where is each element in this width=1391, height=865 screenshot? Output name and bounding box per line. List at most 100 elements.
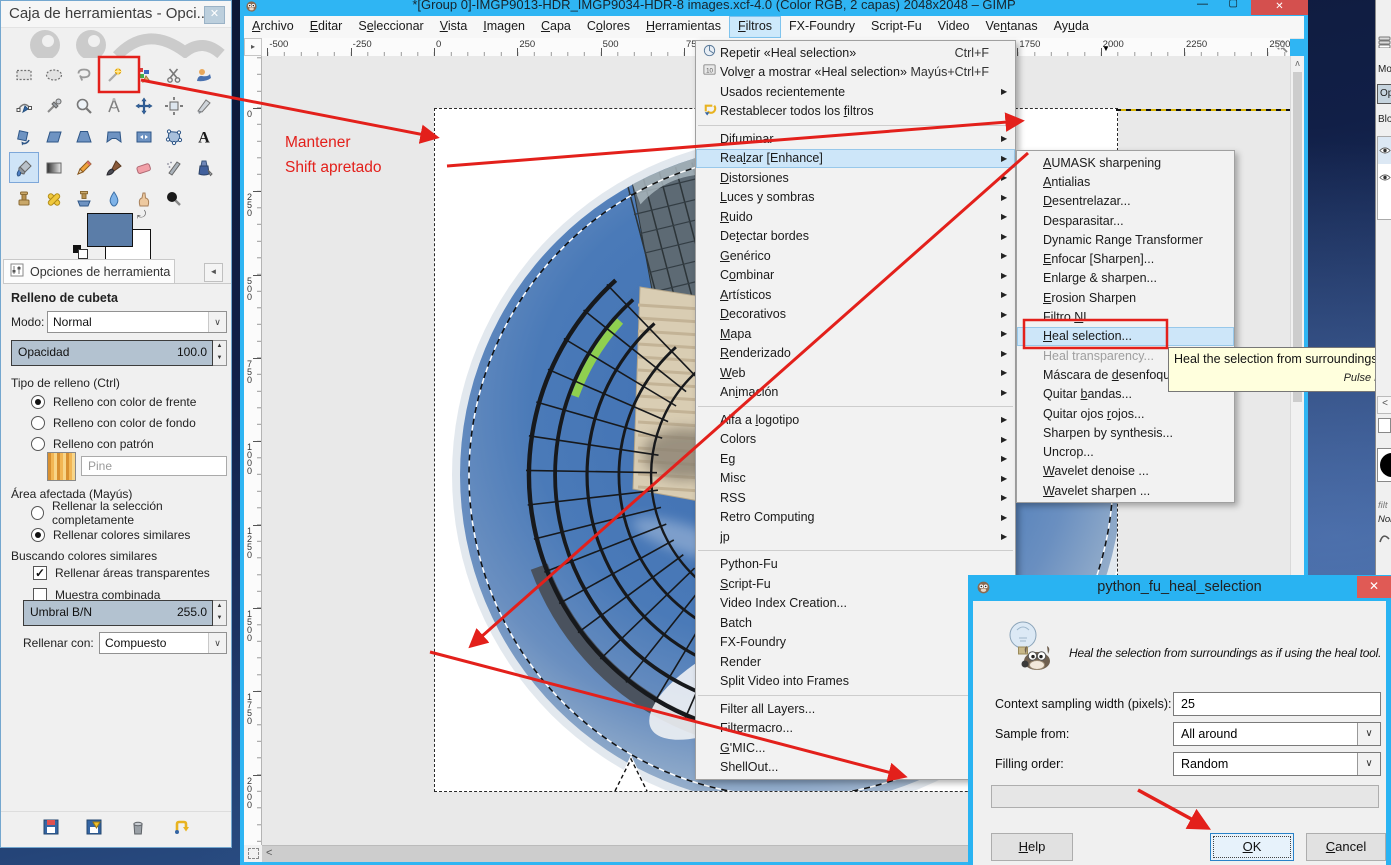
- close-icon[interactable]: ✕: [1251, 0, 1308, 15]
- menu-item-eg[interactable]: Eg▶: [696, 449, 1015, 469]
- menu-item-animaci-n[interactable]: Animación▶: [696, 383, 1015, 403]
- tool-airbrush-icon[interactable]: [159, 152, 189, 183]
- select-filling-order[interactable]: Random∨: [1173, 752, 1381, 776]
- radio-relleno-con-patr-n[interactable]: Relleno con patrón: [31, 436, 154, 452]
- tool-cage-transform-icon[interactable]: [159, 121, 189, 152]
- menu-item-sharpen-by-synthesis[interactable]: Sharpen by synthesis...: [1017, 423, 1234, 442]
- menu-item-luces-y-sombras[interactable]: Luces y sombras▶: [696, 188, 1015, 208]
- radio-rellenar-colores-similares[interactable]: Rellenar colores similares: [31, 527, 190, 543]
- menu-item-misc[interactable]: Misc▶: [696, 469, 1015, 489]
- menu-item-wavelet-denoise[interactable]: Wavelet denoise ...: [1017, 462, 1234, 481]
- dialog-titlebar[interactable]: python_fu_heal_selection ✕: [968, 575, 1391, 601]
- delete-options-icon[interactable]: [129, 818, 147, 841]
- tab-tool-options[interactable]: Opciones de herramienta: [3, 259, 175, 284]
- select-sample-from[interactable]: All around∨: [1173, 722, 1381, 746]
- menu-item-enlarge-sharpen[interactable]: Enlarge & sharpen...: [1017, 269, 1234, 288]
- layer-opacity-slider[interactable]: Op: [1377, 84, 1391, 104]
- menu-item-heal-selection[interactable]: Heal selection...: [1017, 327, 1234, 346]
- menu-item-desparasitar[interactable]: Desparasitar...: [1017, 211, 1234, 230]
- reset-options-icon[interactable]: [172, 818, 190, 841]
- quick-mask-button[interactable]: [244, 845, 262, 862]
- menu-item-filtro-nl[interactable]: Filtro NL...: [1017, 307, 1234, 326]
- tool-color-picker-icon[interactable]: [39, 90, 69, 121]
- cancel-button[interactable]: Cancel: [1306, 833, 1386, 861]
- restore-options-icon[interactable]: [85, 818, 103, 841]
- tool-heal-icon[interactable]: [39, 183, 69, 214]
- menu-item-art-sticos[interactable]: Artísticos▶: [696, 285, 1015, 305]
- menu-item-wavelet-sharpen[interactable]: Wavelet sharpen ...: [1017, 481, 1234, 500]
- menu-ayuda[interactable]: Ayuda: [1046, 16, 1097, 38]
- tool-align-icon[interactable]: [159, 90, 189, 121]
- tool-paths-icon[interactable]: [9, 90, 39, 121]
- tool-perspective-icon[interactable]: [69, 121, 99, 152]
- new-item-icon[interactable]: [1378, 418, 1391, 433]
- tool-rect-select-icon[interactable]: [9, 59, 39, 90]
- menu-item-desentrelazar[interactable]: Desentrelazar...: [1017, 192, 1234, 211]
- menu-item-detectar-bordes[interactable]: Detectar bordes▶: [696, 227, 1015, 247]
- default-colors-icon[interactable]: [73, 245, 87, 258]
- menu-item-colors[interactable]: Colors▶: [696, 430, 1015, 450]
- tool-scissors-select-icon[interactable]: [159, 59, 189, 90]
- tool-zoom-icon[interactable]: [69, 90, 99, 121]
- tool-ink-icon[interactable]: [189, 152, 219, 183]
- tool-move-icon[interactable]: [129, 90, 159, 121]
- tool-ellipse-select-icon[interactable]: [39, 59, 69, 90]
- tool-pencil-icon[interactable]: [69, 152, 99, 183]
- layers-list[interactable]: [1377, 136, 1391, 220]
- tool-gradient-icon[interactable]: [39, 152, 69, 183]
- tool-clone-icon[interactable]: [9, 183, 39, 214]
- menu-editar[interactable]: Editar: [302, 16, 351, 38]
- minimize-icon[interactable]: —: [1197, 0, 1208, 10]
- menu-fx-foundry[interactable]: FX-Foundry: [781, 16, 863, 38]
- menu-item-decorativos[interactable]: Decorativos▶: [696, 305, 1015, 325]
- checkbox-rellenar-reas-transparentes[interactable]: ✓Rellenar áreas transparentes: [33, 565, 210, 581]
- menu-script-fu[interactable]: Script-Fu: [863, 16, 930, 38]
- zoom-follow-icon[interactable]: [1274, 39, 1288, 57]
- opacity-slider[interactable]: Opacidad 100.0 ▲▼: [11, 340, 227, 366]
- menu-item-rss[interactable]: RSS▶: [696, 488, 1015, 508]
- menu-ventanas[interactable]: Ventanas: [977, 16, 1045, 38]
- menu-item-realzar-enhance[interactable]: Realzar [Enhance]▶: [696, 149, 1015, 169]
- menu-item-jp[interactable]: jp▶: [696, 527, 1015, 547]
- radio-relleno-con-color-de-frente[interactable]: Relleno con color de frente: [31, 394, 196, 410]
- menu-seleccionar[interactable]: Seleccionar: [350, 16, 431, 38]
- maximize-icon[interactable]: ▢: [1229, 0, 1238, 9]
- menu-item-enfocar-sharpen[interactable]: Enfocar [Sharpen]...: [1017, 249, 1234, 268]
- radio-relleno-con-color-de-fondo[interactable]: Relleno con color de fondo: [31, 415, 196, 431]
- tool-text-icon[interactable]: A: [189, 121, 219, 152]
- ruler-origin-button[interactable]: ▸: [244, 38, 262, 56]
- menu-item-uncrop[interactable]: Uncrop...: [1017, 442, 1234, 461]
- collapse-panel-button[interactable]: ◄: [204, 263, 223, 282]
- layer-row[interactable]: [1378, 164, 1391, 191]
- menu-filtros[interactable]: Filtros: [729, 16, 781, 38]
- tool-select-by-color-icon[interactable]: [129, 59, 159, 90]
- mode-dropdown[interactable]: Normal ∨: [47, 311, 227, 333]
- threshold-spinner[interactable]: ▲▼: [213, 600, 227, 626]
- menu-herramientas[interactable]: Herramientas: [638, 16, 729, 38]
- input-context-sampling-width-pixels[interactable]: 25: [1173, 692, 1381, 716]
- ok-button[interactable]: OK: [1210, 833, 1294, 861]
- menu-item-distorsiones[interactable]: Distorsiones▶: [696, 168, 1015, 188]
- scroll-left-icon[interactable]: <: [266, 847, 272, 859]
- tool-bucket-fill-icon[interactable]: [9, 152, 39, 183]
- tool-rotate-icon[interactable]: [9, 121, 39, 152]
- tool-transform-3d-icon[interactable]: [99, 121, 129, 152]
- menu-video[interactable]: Video: [930, 16, 978, 38]
- menu-item-antialias[interactable]: Antialias: [1017, 172, 1234, 191]
- tool-flip-icon[interactable]: [129, 121, 159, 152]
- menu-item-gen-rico[interactable]: Genérico▶: [696, 246, 1015, 266]
- opacity-spinner[interactable]: ▲▼: [213, 340, 227, 366]
- help-button[interactable]: Help: [991, 833, 1073, 861]
- tool-shear-icon[interactable]: [39, 121, 69, 152]
- tool-fuzzy-select-icon[interactable]: [99, 59, 129, 90]
- threshold-slider[interactable]: Umbral B/N 255.0 ▲▼: [23, 600, 227, 626]
- foreground-color-swatch[interactable]: [87, 213, 133, 247]
- swap-colors-icon[interactable]: ⤾: [137, 209, 146, 222]
- menu-item-erosion-sharpen[interactable]: Erosion Sharpen: [1017, 288, 1234, 307]
- menu-item-ruido[interactable]: Ruido▶: [696, 207, 1015, 227]
- history-back-button[interactable]: <: [1377, 396, 1391, 414]
- menu-item-repetir-heal-selection[interactable]: Repetir «Heal selection»Ctrl+F: [696, 43, 1015, 63]
- menu-item-retro-computing[interactable]: Retro Computing▶: [696, 508, 1015, 528]
- menu-item-dynamic-range-transformer[interactable]: Dynamic Range Transformer: [1017, 230, 1234, 249]
- menu-capa[interactable]: Capa: [533, 16, 579, 38]
